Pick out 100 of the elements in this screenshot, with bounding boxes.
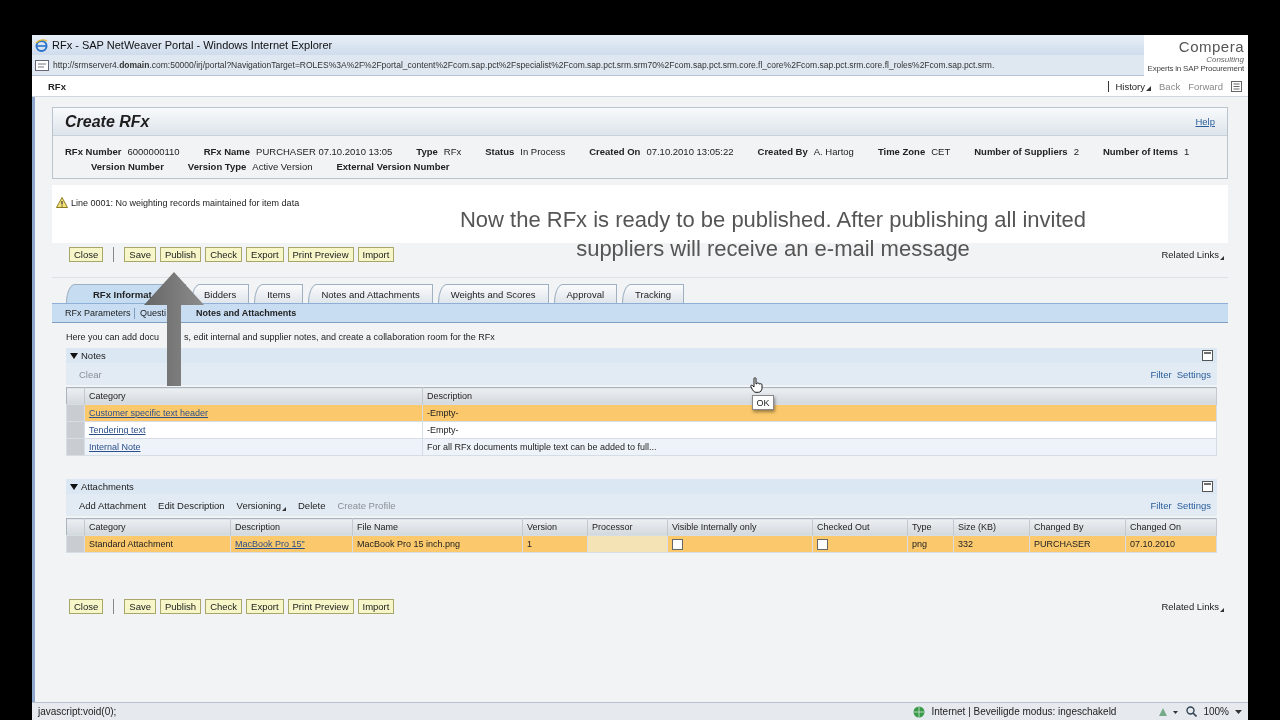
column-header[interactable]: Version xyxy=(522,518,588,536)
toolbar-link[interactable]: Filter xyxy=(1150,499,1172,511)
column-header[interactable]: Changed By xyxy=(1029,518,1126,536)
toolbar-button[interactable]: Print Preview xyxy=(287,246,354,262)
toolbar-button[interactable]: Save xyxy=(124,246,156,262)
menu-link[interactable]: History xyxy=(1108,80,1152,92)
zoom-level[interactable]: 100% xyxy=(1203,706,1229,717)
toolbar-link[interactable]: Filter xyxy=(1150,368,1172,380)
toolbar-button[interactable]: Print Preview xyxy=(287,598,354,614)
column-header[interactable]: File Name xyxy=(352,518,523,536)
field-value: CET xyxy=(931,146,951,157)
column-header[interactable]: Category xyxy=(84,387,423,405)
menu-button[interactable]: Versioning xyxy=(236,499,286,511)
table-cell: 332 xyxy=(953,535,1030,553)
table-cell: 07.10.2010 xyxy=(1125,535,1217,553)
toolbar-button[interactable]: Import xyxy=(357,598,395,614)
subtab[interactable]: Questi xyxy=(140,308,166,318)
minimize-icon[interactable] xyxy=(1202,481,1213,492)
toolbar-button[interactable]: Save xyxy=(124,598,156,614)
help-link[interactable]: Help xyxy=(1195,116,1215,127)
field-label: Version Type xyxy=(187,161,247,172)
field-label: External Version Number xyxy=(336,161,450,172)
field-value: 1 xyxy=(1183,146,1190,157)
caret-icon xyxy=(1220,255,1224,260)
field-value: In Process xyxy=(520,146,566,157)
caret-icon xyxy=(1146,86,1152,91)
tab[interactable]: Weights and Scores xyxy=(437,284,549,303)
toolbar-link[interactable]: Settings xyxy=(1176,368,1211,380)
logo-name: Compera xyxy=(1178,39,1244,55)
field-value: 2 xyxy=(1073,146,1079,157)
table-row[interactable]: Standard Attachment MacBook Pro 15" MacBook Pro 15 inch.png 1 png 332 PURCHASER 07.10.2010 xyxy=(66,535,1217,553)
field-label: Created On xyxy=(589,146,641,157)
tooltip: OK xyxy=(752,395,774,410)
caret-icon xyxy=(282,506,286,511)
cell-link[interactable]: Tendering text xyxy=(89,425,146,435)
page-title: RFx xyxy=(48,80,66,92)
field-value: A. Hartog xyxy=(813,146,854,157)
checkbox[interactable] xyxy=(817,538,828,550)
table-cell: PURCHASER xyxy=(1029,535,1126,553)
tab[interactable]: Tracking xyxy=(622,284,685,303)
field-label: Number of Items xyxy=(1102,146,1178,157)
toolbar-button[interactable]: Edit Description xyxy=(158,499,225,511)
field-label: Version Number xyxy=(91,161,164,172)
column-header[interactable]: Type xyxy=(907,518,954,536)
status-text: javascript:void(0); xyxy=(38,706,117,717)
subtab[interactable]: RFx Parameters xyxy=(65,308,131,318)
hand-cursor-icon xyxy=(750,377,763,393)
globe-icon xyxy=(913,705,926,718)
table-row[interactable]: Internal Note For all RFx documents multiple text can be added to full... xyxy=(66,438,1217,456)
field-value: RFx xyxy=(443,146,462,157)
cell-link[interactable]: MacBook Pro 15" xyxy=(235,539,305,549)
checkbox[interactable] xyxy=(672,538,683,550)
toolbar-button[interactable]: Check xyxy=(205,246,243,262)
cell-link[interactable]: Internal Note xyxy=(89,442,141,452)
column-header[interactable]: Processor xyxy=(587,518,668,536)
toolbar-link[interactable]: Settings xyxy=(1176,499,1211,511)
collapse-triangle-icon[interactable] xyxy=(70,351,78,360)
minimize-icon[interactable] xyxy=(1202,350,1213,361)
tab[interactable]: Bidders xyxy=(191,284,250,303)
field-label: RFx Number xyxy=(65,146,122,157)
toolbar-button[interactable]: Export xyxy=(246,246,284,262)
column-header[interactable]: Visible Internally only xyxy=(667,518,813,536)
toolbar-button[interactable]: Close xyxy=(69,598,104,614)
page-icon xyxy=(35,59,49,71)
toolbar-button[interactable]: Publish xyxy=(159,598,202,614)
cell-link[interactable]: Customer specific text header xyxy=(89,408,209,418)
column-header[interactable]: Description xyxy=(230,518,353,536)
table-row[interactable]: Tendering text -Empty- xyxy=(66,421,1217,439)
subtab[interactable]: Notes and Attachments xyxy=(196,308,297,318)
toolbar-button[interactable]: Import xyxy=(357,246,395,262)
field-label: Time Zone xyxy=(877,146,926,157)
related-links-menu[interactable]: Related Links xyxy=(1161,248,1224,260)
menu-icon xyxy=(1231,80,1242,92)
collapse-triangle-icon[interactable] xyxy=(70,482,78,491)
tab[interactable]: Items xyxy=(254,284,304,303)
toolbar-button[interactable]: Check xyxy=(205,598,243,614)
caret-icon[interactable] xyxy=(1235,709,1242,714)
security-icon[interactable] xyxy=(1158,706,1181,717)
tab[interactable]: Approval xyxy=(553,284,618,303)
instruction-text: s, edit internal and supplier notes, and create a collaboration room for the RFx xyxy=(184,332,495,342)
field-label: RFx Name xyxy=(203,146,251,157)
table-cell: Standard Attachment xyxy=(84,535,231,553)
url-field[interactable]: http://srmserver4.domain.com:50000/irj/portal?NavigationTarget=ROLES%3A%2F%2Fportal_content%2Fcom.sap.pct%2Fspecialist%2Fcom.sap.pct.srm.srm70%2Fcom.sap.pct.srm.core.fl_core%2Fcom.sap.pct.srm.core.fl_roles%2Fcom.sap.pct.srm. xyxy=(53,60,995,70)
toolbar-button[interactable]: Add Attachment xyxy=(79,499,147,511)
column-header[interactable]: Category xyxy=(84,518,231,536)
section-title: Attachments xyxy=(81,481,134,492)
toolbar-button[interactable]: Export xyxy=(246,598,284,614)
toolbar-button[interactable]: Publish xyxy=(159,246,202,262)
column-header[interactable]: Changed On xyxy=(1125,518,1217,536)
column-header[interactable]: Size (KB) xyxy=(953,518,1030,536)
toolbar-button[interactable]: Close xyxy=(69,246,104,262)
table-cell: png xyxy=(907,535,954,553)
related-links-menu[interactable]: Related Links xyxy=(1161,600,1224,612)
zoom-icon[interactable] xyxy=(1186,706,1198,717)
column-header[interactable]: Checked Out xyxy=(812,518,908,536)
field-label: Created By xyxy=(757,146,808,157)
caret-icon xyxy=(1220,607,1224,612)
toolbar-button[interactable]: Delete xyxy=(298,499,326,511)
tab[interactable]: Notes and Attachments xyxy=(308,284,433,303)
field-label: Number of Suppliers xyxy=(974,146,1068,157)
